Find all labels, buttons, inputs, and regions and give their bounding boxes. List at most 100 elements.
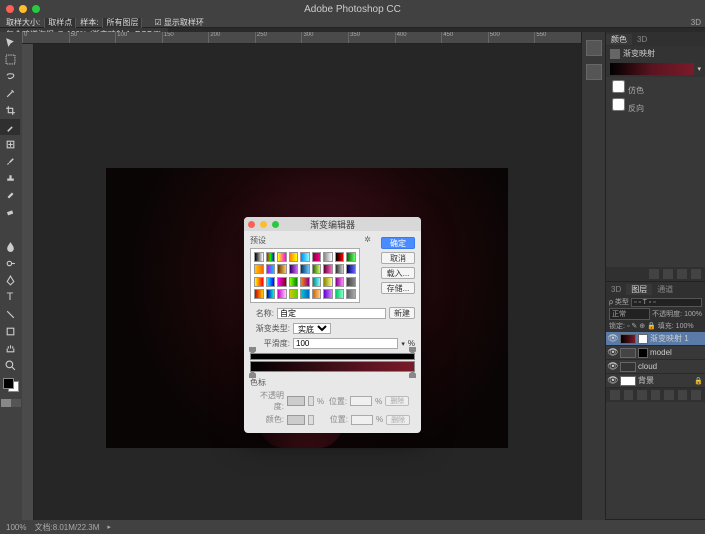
preset-swatch[interactable] [277,264,287,274]
dialog-titlebar[interactable]: 渐变编辑器 [244,217,421,231]
preset-swatch[interactable] [254,289,264,299]
clip-icon[interactable] [649,269,659,279]
ok-button[interactable]: 确定 [381,237,415,249]
load-button[interactable]: 载入... [381,267,415,279]
trash-icon[interactable] [691,269,701,279]
layer-mask[interactable] [638,334,648,344]
dither-check[interactable] [612,80,625,93]
eraser-tool[interactable] [0,204,20,220]
grad-dropdown-icon[interactable]: ▾ [697,65,701,73]
opacity-stop-right[interactable] [409,347,416,354]
opacity-pos-input[interactable] [350,396,372,406]
save-button[interactable]: 存储... [381,282,415,294]
brush-tool[interactable] [0,153,20,169]
color-pos-input[interactable] [351,415,373,425]
gradient-editor-strip[interactable] [250,353,415,372]
layer-row[interactable]: 👁 背景 🔒 [606,374,705,388]
preset-swatch[interactable] [254,252,264,262]
delete-color-stop[interactable]: 删除 [386,415,410,425]
reverse-check[interactable] [612,98,625,111]
fg-color[interactable] [3,378,14,389]
visibility-icon[interactable]: 👁 [608,348,618,358]
preset-swatch[interactable] [254,277,264,287]
zoom-level[interactable]: 100% [6,523,26,532]
dodge-tool[interactable] [0,255,20,271]
layer-thumb[interactable] [620,348,636,358]
preset-swatch[interactable] [266,252,276,262]
link-icon[interactable] [610,390,620,400]
mask-icon[interactable] [637,390,647,400]
tab-channels[interactable]: 通道 [652,284,678,295]
lasso-tool[interactable] [0,68,20,84]
eyedropper-tool[interactable] [0,119,20,135]
preset-swatch[interactable] [312,264,322,274]
shape-tool[interactable] [0,323,20,339]
preset-swatch[interactable] [289,277,299,287]
preset-swatch[interactable] [266,277,276,287]
name-input[interactable] [277,308,386,319]
eye-icon[interactable] [663,269,673,279]
visibility-icon[interactable]: 👁 [608,376,618,386]
doc-info[interactable]: 文档:8.01M/22.3M [34,522,99,533]
history-icon[interactable] [586,40,602,56]
preset-swatch[interactable] [277,277,287,287]
preset-swatch[interactable] [289,289,299,299]
preset-swatch[interactable] [346,252,356,262]
history-brush-tool[interactable] [0,187,20,203]
new-button[interactable]: 新建 [389,307,415,319]
preset-swatch[interactable] [335,289,345,299]
preset-swatch[interactable] [346,289,356,299]
layer-row[interactable]: 👁 渐变映射 1 [606,332,705,346]
fx-icon[interactable] [624,390,634,400]
preset-swatch[interactable] [312,252,322,262]
marquee-tool[interactable] [0,51,20,67]
gradient-tool[interactable] [0,221,20,237]
smooth-input[interactable] [293,338,398,349]
show-ring-check[interactable]: ☑ 显示取样环 [154,17,203,28]
preset-swatch[interactable] [300,264,310,274]
layer-thumb[interactable] [620,362,636,372]
new-layer-icon[interactable] [678,390,688,400]
type-tool[interactable]: T [0,289,20,305]
dialog-max-icon[interactable] [272,221,279,228]
grad-preview[interactable] [610,63,694,75]
stamp-tool[interactable] [0,170,20,186]
preset-swatch[interactable] [323,264,333,274]
group-icon[interactable] [664,390,674,400]
dialog-close-icon[interactable] [248,221,255,228]
workspace-switcher[interactable]: 3D [691,18,701,27]
visibility-icon[interactable]: 👁 [608,334,618,344]
tab-color[interactable]: 颜色 [606,34,632,45]
preset-swatch[interactable] [289,252,299,262]
heal-tool[interactable] [0,136,20,152]
layer-row[interactable]: 👁 cloud [606,360,705,374]
tab-layers[interactable]: 图层 [626,284,652,295]
reset-icon[interactable] [677,269,687,279]
path-tool[interactable] [0,306,20,322]
preset-swatch[interactable] [312,289,322,299]
preset-swatch[interactable] [346,264,356,274]
preset-swatch[interactable] [277,252,287,262]
tab-3d[interactable]: 3D [632,35,652,44]
preset-swatch[interactable] [300,252,310,262]
preset-swatch[interactable] [335,277,345,287]
preset-swatch[interactable] [254,264,264,274]
close-icon[interactable] [6,5,14,13]
maximize-icon[interactable] [32,5,40,13]
preset-swatch[interactable] [346,277,356,287]
preset-swatch[interactable] [277,289,287,299]
swatches-icon[interactable] [586,64,602,80]
quickmask-toggle[interactable] [1,399,21,407]
layer-mask[interactable] [638,348,648,358]
dialog-min-icon[interactable] [260,221,267,228]
move-tool[interactable] [0,34,20,50]
visibility-icon[interactable]: 👁 [608,362,618,372]
layer-thumb[interactable] [620,376,636,386]
color-swatch[interactable] [287,415,305,425]
layer-row[interactable]: 👁 model [606,346,705,360]
presets-gear-icon[interactable]: ✲ [364,235,371,244]
preset-swatch[interactable] [266,289,276,299]
preset-swatch[interactable] [300,289,310,299]
type-select[interactable]: 实底 [293,323,331,334]
preset-swatch[interactable] [323,289,333,299]
